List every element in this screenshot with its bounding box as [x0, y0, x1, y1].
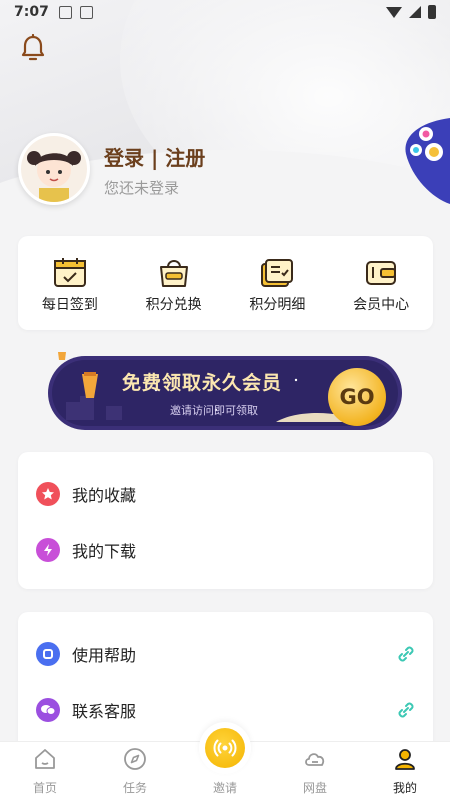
home-icon: [35, 749, 55, 769]
list-item-label: 使用帮助: [72, 646, 137, 665]
keyboard-notification-icon: [79, 5, 93, 19]
points-detail-icon: [261, 259, 294, 287]
list-item-downloads[interactable]: 我的下载: [18, 522, 433, 578]
list-item-help[interactable]: 使用帮助: [18, 626, 433, 682]
quick-action-label: 积分明细: [249, 297, 306, 313]
wallet-icon: [366, 261, 397, 285]
signal-icon: [409, 6, 421, 18]
shopping-bag-icon: [159, 260, 188, 287]
tab-mine[interactable]: 我的: [360, 742, 450, 800]
quick-action-label: 积分兑换: [145, 297, 202, 313]
tab-label: 网盘: [302, 781, 327, 795]
wifi-icon: [386, 6, 402, 18]
invite-button[interactable]: [199, 722, 251, 774]
tab-cloud-drive[interactable]: 网盘: [270, 742, 360, 800]
battery-icon: [428, 5, 436, 19]
lightning-icon: [36, 538, 60, 562]
profile-icon: [395, 749, 415, 770]
tab-label: 我的: [392, 781, 417, 795]
list-item-favorites[interactable]: 我的收藏: [18, 466, 433, 522]
link-icon[interactable]: [397, 645, 415, 663]
free-membership-banner[interactable]: 免费领取永久会员 邀请访问即可领取 GO: [46, 350, 404, 432]
compass-icon: [124, 748, 146, 770]
tab-label: 首页: [32, 781, 57, 795]
status-time: 7:07: [14, 4, 49, 20]
list-item-label: 我的收藏: [72, 486, 137, 505]
mascot-icon: [405, 118, 450, 204]
star-icon: [36, 482, 60, 506]
calendar-check-icon: [53, 258, 86, 287]
tab-tasks[interactable]: 任务: [90, 742, 180, 800]
notification-bell-icon[interactable]: [20, 34, 46, 62]
help-icon: [36, 642, 60, 666]
tab-label: 任务: [122, 781, 147, 795]
login-status-text: 您还未登录: [104, 179, 180, 197]
my-content-card: 我的收藏 我的下载: [18, 452, 433, 589]
quick-action-points-exchange[interactable]: 积分兑换: [122, 236, 226, 330]
bottom-tab-bar: 首页 任务 邀请 网盘 我的: [0, 722, 450, 800]
status-bar: 7:07: [0, 0, 450, 24]
tab-invite[interactable]: 邀请: [180, 722, 270, 800]
banner-go-button[interactable]: GO: [328, 368, 386, 426]
list-item-label: 我的下载: [72, 542, 137, 561]
banner-subtitle: 邀请访问即可领取: [170, 404, 258, 417]
cloud-icon: [305, 753, 325, 766]
tab-label: 邀请: [212, 781, 237, 795]
avatar[interactable]: [18, 133, 90, 205]
banner-title: 免费领取永久会员: [122, 372, 283, 394]
link-icon[interactable]: [397, 701, 415, 719]
avatar-illustration-icon: [21, 136, 87, 202]
list-item-label: 联系客服: [72, 702, 137, 721]
image-notification-icon: [58, 5, 72, 19]
quick-action-label: 会员中心: [353, 297, 410, 313]
quick-actions-card: 每日签到 积分兑换 积分明细 会员中心: [18, 236, 433, 330]
login-register-link[interactable]: 登录 | 注册: [104, 142, 205, 171]
tab-home[interactable]: 首页: [0, 742, 90, 800]
quick-action-member-center[interactable]: 会员中心: [329, 236, 433, 330]
broadcast-icon: [213, 739, 237, 757]
quick-action-points-detail[interactable]: 积分明细: [226, 236, 330, 330]
quick-action-daily-checkin[interactable]: 每日签到: [18, 236, 122, 330]
chat-icon: [36, 698, 60, 722]
quick-action-label: 每日签到: [41, 297, 98, 313]
